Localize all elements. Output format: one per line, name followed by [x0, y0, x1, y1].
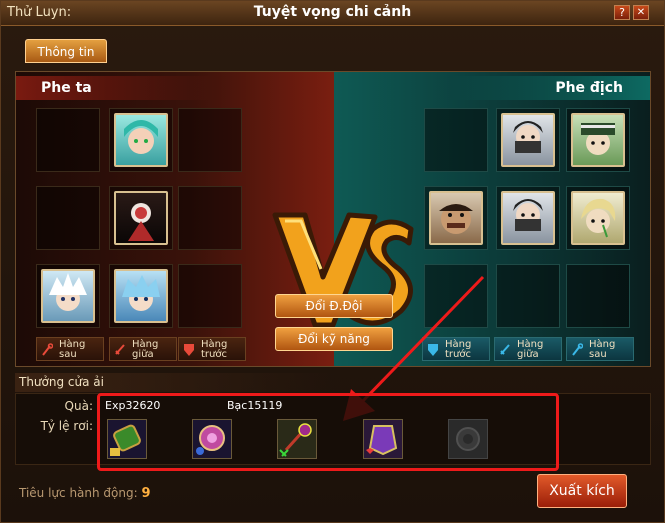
enemy-portrait — [571, 191, 625, 245]
enemy-portrait — [429, 191, 483, 245]
staff-icon — [572, 343, 583, 356]
help-button[interactable]: ? — [614, 5, 630, 20]
row-label-line2: sau — [589, 349, 607, 360]
enemy-slot-front-mid[interactable] — [424, 186, 488, 250]
row-label-line2: trước — [201, 349, 227, 360]
ally-slot-back-top[interactable] — [36, 108, 100, 172]
enemy-row-back[interactable]: Hàng sau — [566, 337, 634, 361]
enemy-row-middle[interactable]: Hàng giữa — [494, 337, 562, 361]
ally-row-back[interactable]: Hàng sau — [36, 337, 104, 361]
sword-icon — [500, 344, 510, 355]
action-power-value: 9 — [141, 486, 151, 501]
ally-row-middle[interactable]: Hàng giữa — [109, 337, 177, 361]
tab-info[interactable]: Thông tin — [25, 39, 107, 63]
window-title: Tuyệt vọng chi cảnh — [253, 4, 412, 20]
dungeon-window: Thử Luyn: Tuyệt vọng chi cảnh ? ✕ Thông … — [0, 0, 665, 523]
shield-icon — [184, 344, 194, 356]
enemy-slot-mid-bottom[interactable] — [496, 264, 560, 328]
enemy-slot-back-mid[interactable] — [566, 186, 630, 250]
ally-side-label: Phe ta — [16, 76, 216, 100]
enemy-portrait — [501, 191, 555, 245]
close-button[interactable]: ✕ — [633, 5, 649, 20]
enemy-slot-front-top[interactable] — [424, 108, 488, 172]
reward-highlight-box — [97, 393, 559, 471]
ally-slot-front-mid[interactable] — [178, 186, 242, 250]
hero-portrait — [114, 269, 168, 323]
row-label-line2: sau — [59, 349, 77, 360]
row-label-line2: giữa — [132, 349, 154, 360]
gift-label: Quà: — [64, 399, 93, 413]
enemy-slot-mid-mid[interactable] — [496, 186, 560, 250]
action-power-label: Tiêu lực hành động: — [19, 486, 138, 500]
ally-slot-front-top[interactable] — [178, 108, 242, 172]
action-power: Tiêu lực hành động: 9 — [19, 486, 151, 501]
hero-portrait — [114, 191, 168, 245]
ally-slot-front-bottom[interactable] — [178, 264, 242, 328]
ally-slot-back-bottom[interactable] — [36, 264, 100, 328]
ally-slot-mid-mid[interactable] — [109, 186, 173, 250]
ally-slot-back-mid[interactable] — [36, 186, 100, 250]
stage-rewards-title: Thưởng cửa ải — [15, 373, 335, 392]
hero-portrait — [114, 113, 168, 167]
enemy-portrait — [571, 113, 625, 167]
staff-icon — [42, 343, 53, 356]
ally-slot-mid-bottom[interactable] — [109, 264, 173, 328]
hero-portrait — [41, 269, 95, 323]
sword-icon — [115, 344, 125, 355]
ally-row-front[interactable]: Hàng trước — [178, 337, 246, 361]
row-label-line2: giữa — [517, 349, 539, 360]
ally-slot-mid-top[interactable] — [109, 108, 173, 172]
enemy-slot-back-top[interactable] — [566, 108, 630, 172]
enemy-side-label: Phe địch — [450, 76, 650, 100]
enemy-slot-back-bottom[interactable] — [566, 264, 630, 328]
attack-button[interactable]: Xuất kích — [537, 474, 627, 508]
enemy-slot-mid-top[interactable] — [496, 108, 560, 172]
enemy-portrait — [501, 113, 555, 167]
title-bar: Thử Luyn: Tuyệt vọng chi cảnh ? ✕ — [1, 1, 664, 26]
drop-rate-label: Tỷ lệ rơi: — [40, 419, 93, 433]
